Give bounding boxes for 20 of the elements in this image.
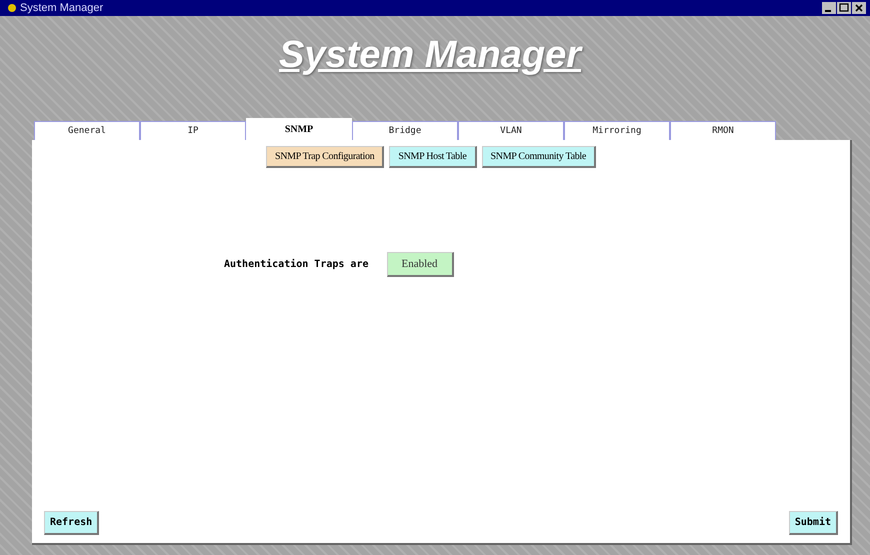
tab[interactable]: IP [140,121,246,140]
subtab-button[interactable]: SNMP Trap Configuration [266,146,384,168]
maximize-icon[interactable] [837,2,851,14]
refresh-button[interactable]: Refresh [44,511,100,535]
subtab-button[interactable]: SNMP Host Table [389,146,477,168]
close-icon[interactable] [852,2,866,14]
subtab-button[interactable]: SNMP Community Table [482,146,596,168]
tab[interactable]: RMON [670,121,776,140]
tab[interactable]: Mirroring [564,121,670,140]
page-title: System Manager [278,34,581,77]
tab[interactable]: VLAN [458,121,564,140]
auth-traps-label: Authentication Traps are [224,259,368,270]
window-title: System Manager [20,2,104,14]
tab[interactable]: General [34,121,140,140]
submit-button[interactable]: Submit [788,511,838,535]
app-icon [8,4,16,12]
minimize-icon[interactable] [822,2,836,14]
toggle-button[interactable]: Enabled [386,252,454,277]
tab[interactable]: Bridge [352,121,458,140]
tab[interactable]: SNMP [246,118,352,140]
